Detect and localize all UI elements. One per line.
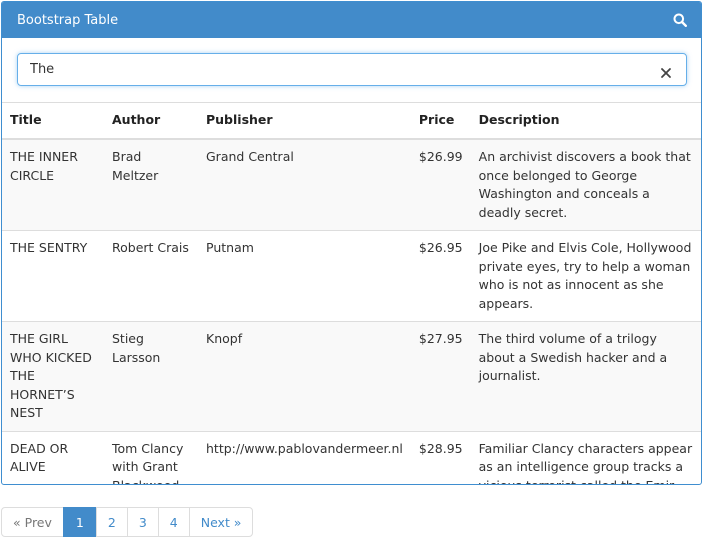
- column-header-title[interactable]: Title: [2, 103, 104, 140]
- column-header-publisher[interactable]: Publisher: [198, 103, 411, 140]
- cell-publisher: http://www.pablovandermeer.nl: [198, 430, 411, 484]
- table-header-row: Title Author Publisher Price Description: [2, 103, 701, 140]
- cell-title: THE SENTRY: [2, 230, 104, 322]
- cell-author: Tom Clancy with Grant Blackwood: [104, 430, 198, 484]
- table-row[interactable]: THE SENTRY Robert Crais Putnam $26.95 Jo…: [2, 230, 701, 322]
- search-input[interactable]: [30, 62, 660, 77]
- cell-author: Robert Crais: [104, 230, 198, 322]
- cell-price: $27.95: [410, 321, 471, 431]
- search-icon[interactable]: [673, 13, 688, 28]
- cell-title: THE GIRL WHO KICKED THE HORNET’S NEST: [2, 321, 104, 431]
- column-header-description[interactable]: Description: [470, 103, 701, 140]
- page-button-3[interactable]: 3: [126, 507, 159, 537]
- cell-publisher: Putnam: [198, 230, 411, 322]
- cell-description: Familiar Clancy characters appear as an …: [470, 430, 701, 484]
- cell-price: $26.95: [410, 230, 471, 322]
- panel-header: Bootstrap Table: [2, 2, 701, 38]
- cell-author: Brad Meltzer: [104, 138, 198, 231]
- cell-author: Stieg Larsson: [104, 321, 198, 431]
- table-row[interactable]: THE GIRL WHO KICKED THE HORNET’S NEST St…: [2, 321, 701, 431]
- cell-publisher: Grand Central: [198, 138, 411, 231]
- cell-description: Joe Pike and Elvis Cole, Hollywood priva…: [470, 230, 701, 322]
- next-page-button[interactable]: Next »: [188, 507, 254, 537]
- table-row[interactable]: THE INNER CIRCLE Brad Meltzer Grand Cent…: [2, 138, 701, 231]
- panel-title: Bootstrap Table: [17, 12, 119, 28]
- page-button-1[interactable]: 1: [62, 507, 97, 537]
- cell-publisher: Knopf: [198, 321, 411, 431]
- cell-description: The third volume of a trilogy about a Sw…: [470, 321, 701, 431]
- cell-title: THE INNER CIRCLE: [2, 138, 104, 231]
- cell-title: DEAD OR ALIVE: [2, 430, 104, 484]
- table-panel: Bootstrap Table Title Author Publishe: [1, 1, 702, 485]
- cell-price: $28.95: [410, 430, 471, 484]
- table-row[interactable]: DEAD OR ALIVE Tom Clancy with Grant Blac…: [2, 430, 701, 484]
- search-field[interactable]: [17, 53, 687, 86]
- books-table: Title Author Publisher Price Description…: [2, 103, 701, 484]
- page-button-4[interactable]: 4: [157, 507, 190, 537]
- cell-price: $26.99: [410, 138, 471, 231]
- close-icon[interactable]: [660, 64, 672, 78]
- pagination: « Prev 1 2 3 4 Next »: [1, 507, 254, 537]
- prev-page-button[interactable]: « Prev: [1, 507, 64, 537]
- cell-description: An archivist discovers a book that once …: [470, 138, 701, 231]
- page-button-2[interactable]: 2: [95, 507, 128, 537]
- search-bar: [2, 38, 701, 103]
- column-header-price[interactable]: Price: [410, 103, 471, 140]
- column-header-author[interactable]: Author: [104, 103, 198, 140]
